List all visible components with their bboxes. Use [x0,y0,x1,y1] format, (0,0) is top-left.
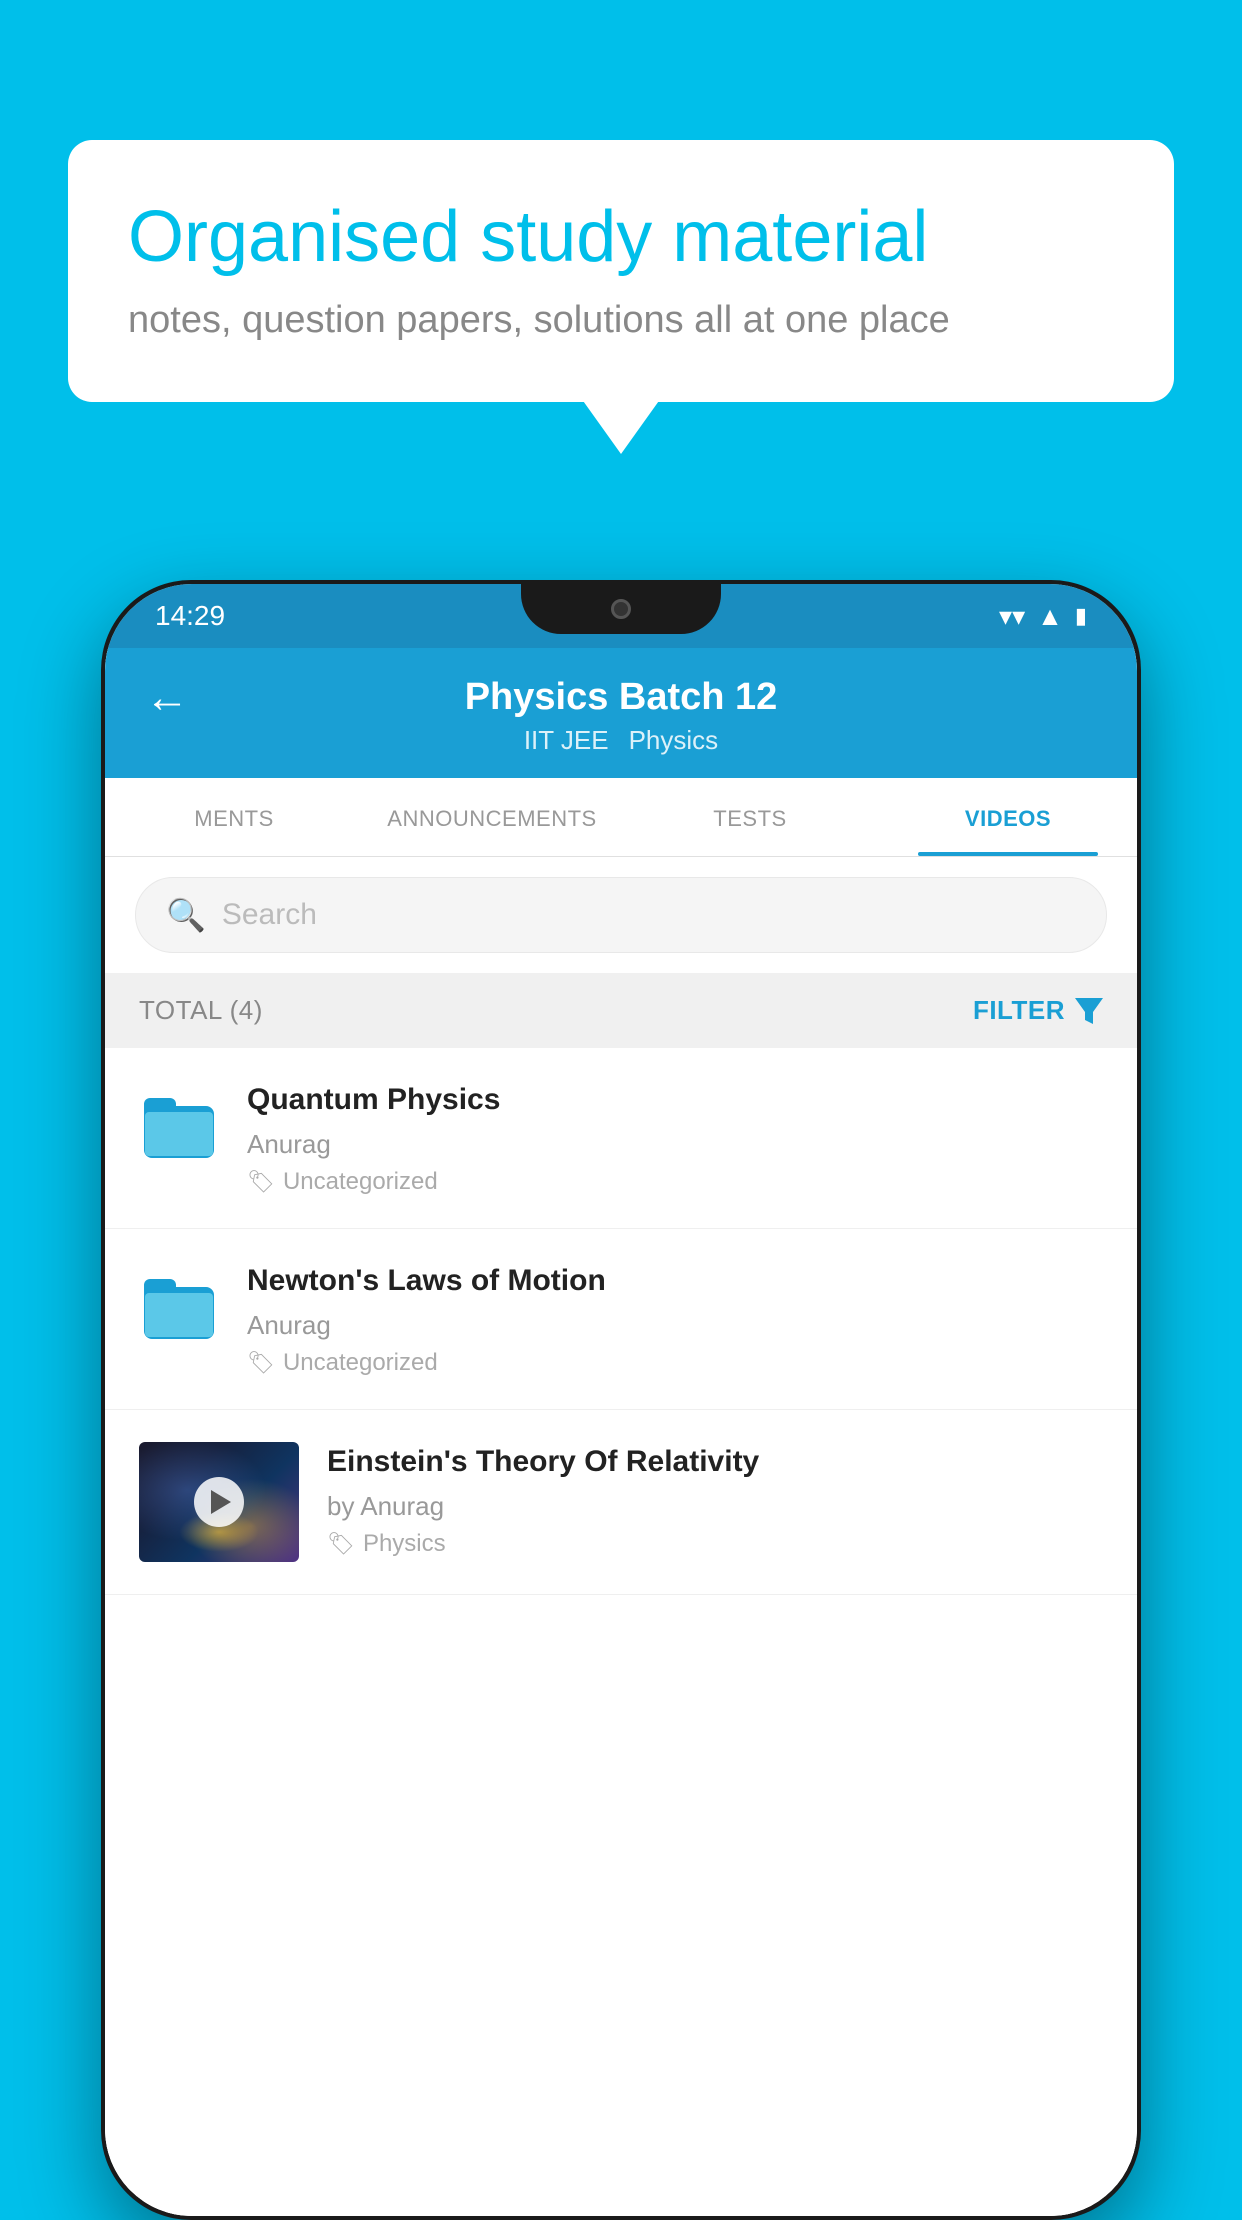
video-list: Quantum Physics Anurag 🏷 Uncategorized [105,1048,1137,2216]
signal-icon: ▲ [1037,601,1063,632]
bubble-title: Organised study material [128,196,1114,279]
tab-announcements[interactable]: ANNOUNCEMENTS [363,778,621,856]
video-thumbnail [139,1442,299,1562]
item-tag: 🏷 Uncategorized [247,1349,1103,1377]
app-title: Physics Batch 12 [465,676,778,719]
phone-inner: 14:29 ▾▾ ▲ ▮ ← Physics Batch 12 IIT JEE … [105,584,1137,2216]
speech-bubble-container: Organised study material notes, question… [68,140,1174,402]
filter-button[interactable]: FILTER [973,995,1103,1026]
item-author: by Anurag [327,1491,1103,1522]
phone-frame: 14:29 ▾▾ ▲ ▮ ← Physics Batch 12 IIT JEE … [101,580,1141,2220]
item-info: Einstein's Theory Of Relativity by Anura… [327,1442,1103,1558]
camera-dot [611,599,631,619]
bubble-subtitle: notes, question papers, solutions all at… [128,299,1114,342]
item-author: Anurag [247,1129,1103,1160]
notch [521,584,721,634]
status-bar: 14:29 ▾▾ ▲ ▮ [105,584,1137,648]
folder-icon-wrap [139,1088,219,1168]
item-info: Quantum Physics Anurag 🏷 Uncategorized [247,1080,1103,1196]
tag-icon: 🏷 [247,1169,275,1195]
tab-bar: MENTS ANNOUNCEMENTS TESTS VIDEOS [105,778,1137,857]
item-title: Quantum Physics [247,1080,1103,1119]
list-item[interactable]: Einstein's Theory Of Relativity by Anura… [105,1410,1137,1595]
search-icon: 🔍 [166,896,206,934]
play-triangle-icon [211,1490,231,1514]
item-tag: 🏷 Uncategorized [247,1168,1103,1196]
back-button[interactable]: ← [145,673,189,723]
search-container: 🔍 Search [105,857,1137,973]
tab-ments[interactable]: MENTS [105,778,363,856]
search-box[interactable]: 🔍 Search [135,877,1107,953]
folder-icon [144,1279,214,1339]
app-subtitle: IIT JEE Physics [524,725,718,756]
status-time: 14:29 [155,600,225,632]
list-item[interactable]: Newton's Laws of Motion Anurag 🏷 Uncateg… [105,1229,1137,1410]
subtitle-physics: Physics [629,725,719,756]
app-bar: ← Physics Batch 12 IIT JEE Physics [105,648,1137,778]
status-icons: ▾▾ ▲ ▮ [999,601,1087,632]
screen-content: ← Physics Batch 12 IIT JEE Physics MENTS… [105,648,1137,2216]
item-title: Newton's Laws of Motion [247,1261,1103,1300]
tab-tests[interactable]: TESTS [621,778,879,856]
battery-icon: ▮ [1075,603,1087,629]
item-info: Newton's Laws of Motion Anurag 🏷 Uncateg… [247,1261,1103,1377]
folder-icon [144,1098,214,1158]
app-bar-top: ← Physics Batch 12 [145,676,1097,719]
wifi-icon: ▾▾ [999,601,1025,632]
list-item[interactable]: Quantum Physics Anurag 🏷 Uncategorized [105,1048,1137,1229]
search-placeholder: Search [222,898,317,932]
filter-bar: TOTAL (4) FILTER [105,973,1137,1048]
subtitle-iit: IIT JEE [524,725,609,756]
thumbnail-bg [139,1442,299,1562]
tag-icon: 🏷 [247,1350,275,1376]
tab-videos[interactable]: VIDEOS [879,778,1137,856]
speech-bubble: Organised study material notes, question… [68,140,1174,402]
item-tag: 🏷 Physics [327,1530,1103,1558]
play-button[interactable] [194,1477,244,1527]
total-label: TOTAL (4) [139,995,263,1026]
tag-icon: 🏷 [327,1531,355,1557]
item-title: Einstein's Theory Of Relativity [327,1442,1103,1481]
filter-icon [1075,998,1103,1024]
folder-icon-wrap [139,1269,219,1349]
item-author: Anurag [247,1310,1103,1341]
